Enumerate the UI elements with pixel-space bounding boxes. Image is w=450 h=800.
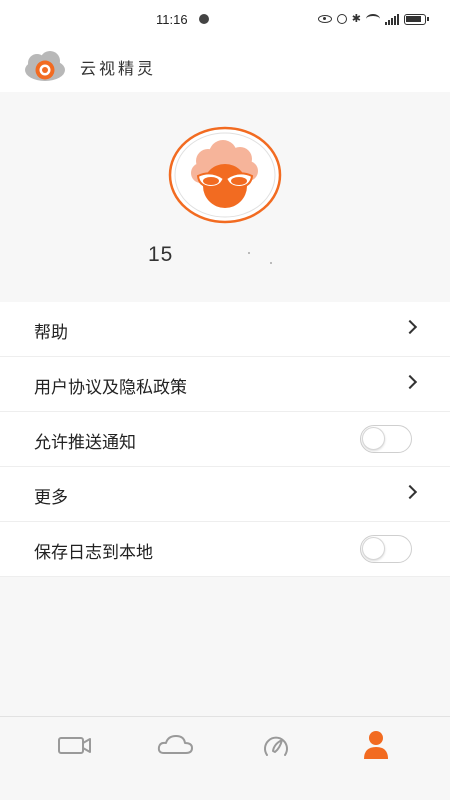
menu-item-more[interactable]: 更多	[0, 467, 450, 522]
cloud-icon[interactable]	[155, 729, 195, 761]
eye-icon	[317, 15, 332, 23]
phone-number-redaction	[176, 242, 286, 268]
save-logs-toggle[interactable]	[360, 535, 412, 563]
profile-section: 15	[0, 92, 450, 302]
menu-item-push-notifications: 允许推送通知	[0, 412, 450, 467]
settings-menu: 帮助 用户协议及隐私政策 允许推送通知 更多 保存日志到本地	[0, 302, 450, 577]
cloud-eye-logo-icon	[25, 51, 65, 81]
menu-item-user-agreement[interactable]: 用户协议及隐私政策	[0, 357, 450, 412]
status-time: 11:16	[156, 12, 188, 27]
gauge-icon[interactable]	[256, 729, 296, 761]
chevron-right-icon	[402, 374, 418, 390]
status-icons: ✱	[317, 12, 429, 25]
avatar[interactable]	[168, 126, 282, 224]
toggle-knob	[362, 427, 385, 450]
menu-item-label: 更多	[34, 488, 68, 508]
status-indicator-icon	[199, 14, 209, 24]
menu-item-save-logs: 保存日志到本地	[0, 522, 450, 577]
phone-number: 15	[148, 243, 174, 266]
toggle-knob	[362, 537, 385, 560]
signal-5g-icon	[385, 13, 399, 25]
menu-item-label: 帮助	[34, 323, 68, 343]
battery-icon	[404, 13, 429, 25]
alarm-icon	[336, 14, 347, 24]
bluetooth-icon: ✱	[351, 12, 361, 25]
menu-item-label: 允许推送通知	[34, 433, 136, 453]
push-notifications-toggle[interactable]	[360, 425, 412, 453]
status-bar: 11:16 ✱	[0, 0, 450, 40]
app-title: 云视精灵	[80, 59, 157, 78]
wifi-icon	[366, 14, 380, 24]
bottom-nav	[0, 716, 450, 800]
person-icon[interactable]	[356, 729, 396, 761]
chevron-right-icon	[402, 484, 418, 500]
video-camera-icon[interactable]	[55, 729, 95, 761]
menu-item-label: 用户协议及隐私政策	[34, 378, 187, 398]
chevron-right-icon	[402, 319, 418, 335]
menu-item-label: 保存日志到本地	[34, 543, 153, 563]
app-header: 云视精灵	[0, 40, 450, 92]
menu-item-help[interactable]: 帮助	[0, 302, 450, 357]
